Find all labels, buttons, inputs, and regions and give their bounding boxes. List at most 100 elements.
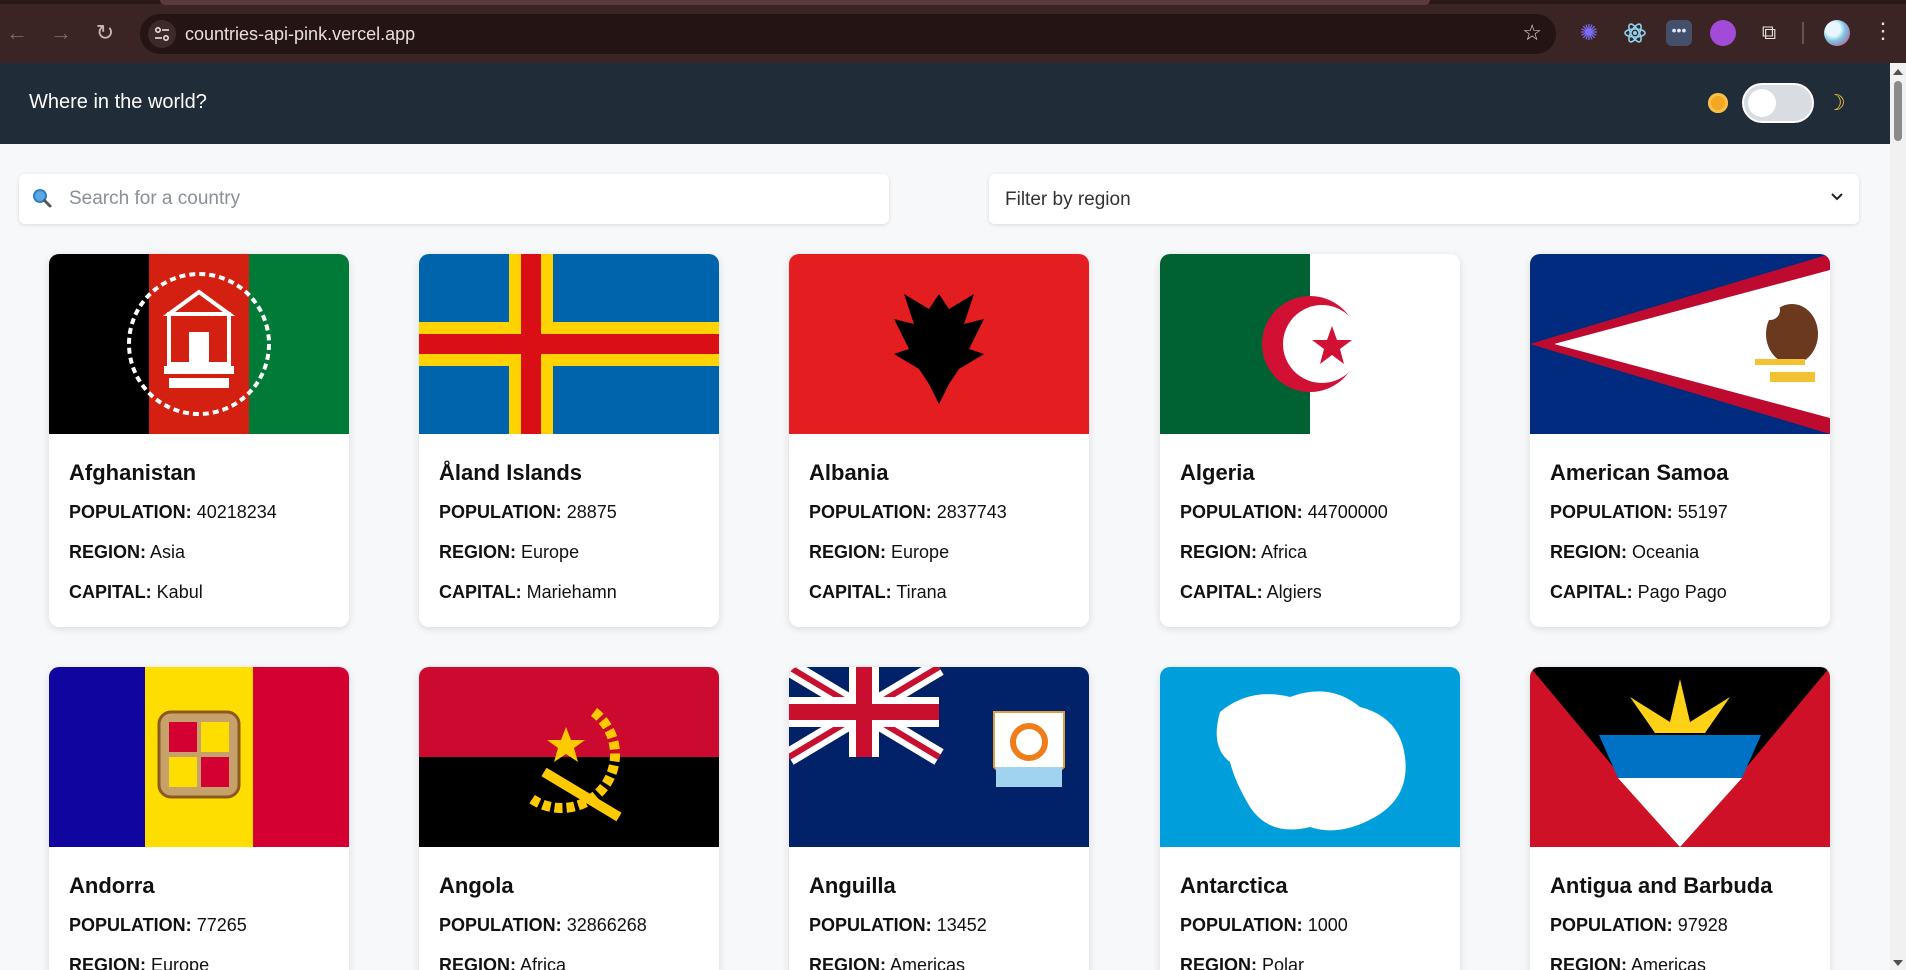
country-card-angola[interactable]: Angola POPULATION: 32866268 REGION: Afri… xyxy=(419,667,719,970)
region-row: REGION: Oceania xyxy=(1550,542,1699,563)
population-label: POPULATION: xyxy=(1550,502,1673,522)
search-input[interactable] xyxy=(69,185,869,213)
region-label: REGION: xyxy=(439,542,517,562)
population-label: POPULATION: xyxy=(1180,915,1303,935)
region-value: Europe xyxy=(151,955,210,970)
population-label: POPULATION: xyxy=(69,502,192,522)
capital-label: CAPITAL: xyxy=(809,582,892,602)
region-row: REGION: Africa xyxy=(439,955,566,970)
population-row: POPULATION: 2837743 xyxy=(809,502,1007,523)
country-card-algeria[interactable]: Algeria POPULATION: 44700000 REGION: Afr… xyxy=(1160,254,1460,627)
capital-label: CAPITAL: xyxy=(439,582,522,602)
region-row: REGION: Africa xyxy=(1180,542,1307,563)
country-card-anguilla[interactable]: Anguilla POPULATION: 13452 REGION: Ameri… xyxy=(789,667,1089,970)
population-label: POPULATION: xyxy=(809,915,932,935)
country-name: Angola xyxy=(439,873,514,898)
country-name: Antarctica xyxy=(1180,873,1288,898)
country-card-aland-islands[interactable]: Åland Islands POPULATION: 28875 REGION: … xyxy=(419,254,719,627)
region-label: REGION: xyxy=(1180,542,1258,562)
flag-albania xyxy=(789,254,1089,434)
population-row: POPULATION: 40218234 xyxy=(69,502,277,523)
moon-icon: ☽ xyxy=(1826,90,1846,115)
region-value: Americas xyxy=(890,955,966,970)
puzzle-extensions-icon[interactable]: ⧉ xyxy=(1756,20,1782,46)
population-label: POPULATION: xyxy=(69,915,192,935)
region-filter-select[interactable]: Filter by region xyxy=(989,174,1859,224)
capital-row: CAPITAL: Algiers xyxy=(1180,582,1322,603)
url-text[interactable]: countries-api-pink.vercel.app xyxy=(185,24,415,45)
region-value: Europe xyxy=(521,542,580,562)
flag-antigua-and-barbuda xyxy=(1530,667,1830,847)
region-label: REGION: xyxy=(1550,955,1628,970)
country-name: Andorra xyxy=(69,873,155,898)
capital-row: CAPITAL: Pago Pago xyxy=(1550,582,1727,603)
react-devtools-icon[interactable] xyxy=(1622,20,1648,46)
page-scrollbar[interactable] xyxy=(1890,63,1906,970)
scroll-up-arrow-icon[interactable] xyxy=(1893,69,1903,75)
region-label: REGION: xyxy=(439,955,517,970)
population-row: POPULATION: 44700000 xyxy=(1180,502,1388,523)
country-name: Åland Islands xyxy=(439,460,583,485)
flag-american-samoa xyxy=(1530,254,1830,434)
country-card-albania[interactable]: Albania POPULATION: 2837743 REGION: Euro… xyxy=(789,254,1089,627)
capital-row: CAPITAL: Kabul xyxy=(69,582,203,603)
capital-row: CAPITAL: Tirana xyxy=(809,582,947,603)
country-name: Anguilla xyxy=(809,873,896,898)
scrollbar-thumb[interactable] xyxy=(1894,81,1902,141)
population-value: 44700000 xyxy=(1307,502,1388,522)
back-arrow-icon[interactable]: ← xyxy=(4,20,30,46)
capital-label: CAPITAL: xyxy=(1550,582,1633,602)
theme-toggle[interactable] xyxy=(1742,83,1814,123)
region-label: REGION: xyxy=(809,955,887,970)
population-row: POPULATION: 77265 xyxy=(69,915,247,936)
population-row: POPULATION: 97928 xyxy=(1550,915,1728,936)
capital-value: Mariehamn xyxy=(526,582,617,602)
reload-icon[interactable]: ↻ xyxy=(92,20,118,46)
country-card-antigua-and-barbuda[interactable]: Antigua and Barbuda POPULATION: 97928 RE… xyxy=(1530,667,1830,970)
region-row: REGION: Americas xyxy=(1550,955,1706,970)
site-info-icon[interactable] xyxy=(148,20,176,48)
browser-menu-icon[interactable]: ⋮ xyxy=(1872,18,1894,44)
region-value: Europe xyxy=(891,542,950,562)
country-card-antarctica[interactable]: Antarctica POPULATION: 1000 REGION: Pola… xyxy=(1160,667,1460,970)
search-box[interactable] xyxy=(19,174,889,224)
sun-icon xyxy=(1708,93,1728,113)
country-name: Antigua and Barbuda xyxy=(1550,873,1773,898)
population-label: POPULATION: xyxy=(1550,915,1673,935)
profile-avatar[interactable] xyxy=(1824,20,1850,46)
capital-value: Kabul xyxy=(156,582,203,602)
dots-extension-icon[interactable]: ••• xyxy=(1666,20,1692,46)
country-name: Algeria xyxy=(1180,460,1255,485)
population-value: 1000 xyxy=(1307,915,1348,935)
toggle-knob xyxy=(1748,89,1776,117)
population-value: 28875 xyxy=(566,502,617,522)
population-value: 77265 xyxy=(196,915,247,935)
forward-arrow-icon[interactable]: → xyxy=(48,20,74,46)
region-value: Americas xyxy=(1631,955,1707,970)
country-card-andorra[interactable]: Andorra POPULATION: 77265 REGION: Europe xyxy=(49,667,349,970)
flag-afghanistan xyxy=(49,254,349,434)
population-row: POPULATION: 55197 xyxy=(1550,502,1728,523)
scroll-down-arrow-icon[interactable] xyxy=(1893,960,1903,966)
capital-value: Algiers xyxy=(1266,582,1322,602)
population-label: POPULATION: xyxy=(1180,502,1303,522)
population-label: POPULATION: xyxy=(439,915,562,935)
region-row: REGION: Americas xyxy=(809,955,965,970)
flag-aland-islands xyxy=(419,254,719,434)
bookmark-star-icon[interactable]: ☆ xyxy=(1522,20,1542,46)
region-row: REGION: Europe xyxy=(809,542,949,563)
address-bar[interactable]: countries-api-pink.vercel.app ☆ xyxy=(140,14,1556,54)
population-value: 55197 xyxy=(1677,502,1728,522)
population-row: POPULATION: 28875 xyxy=(439,502,617,523)
country-card-afghanistan[interactable]: Afghanistan POPULATION: 40218234 REGION:… xyxy=(49,254,349,627)
country-card-american-samoa[interactable]: American Samoa POPULATION: 55197 REGION:… xyxy=(1530,254,1830,627)
page-title: Where in the world? xyxy=(29,91,207,113)
country-name: Albania xyxy=(809,460,889,485)
region-value: Oceania xyxy=(1632,542,1700,562)
country-name: American Samoa xyxy=(1550,460,1729,485)
sparkle-extension-icon[interactable]: ✺ xyxy=(1576,20,1602,46)
globe-extension-icon[interactable] xyxy=(1710,20,1736,46)
region-value: Polar xyxy=(1262,955,1305,970)
chevron-down-icon xyxy=(1829,188,1845,209)
region-label: REGION: xyxy=(69,955,147,970)
